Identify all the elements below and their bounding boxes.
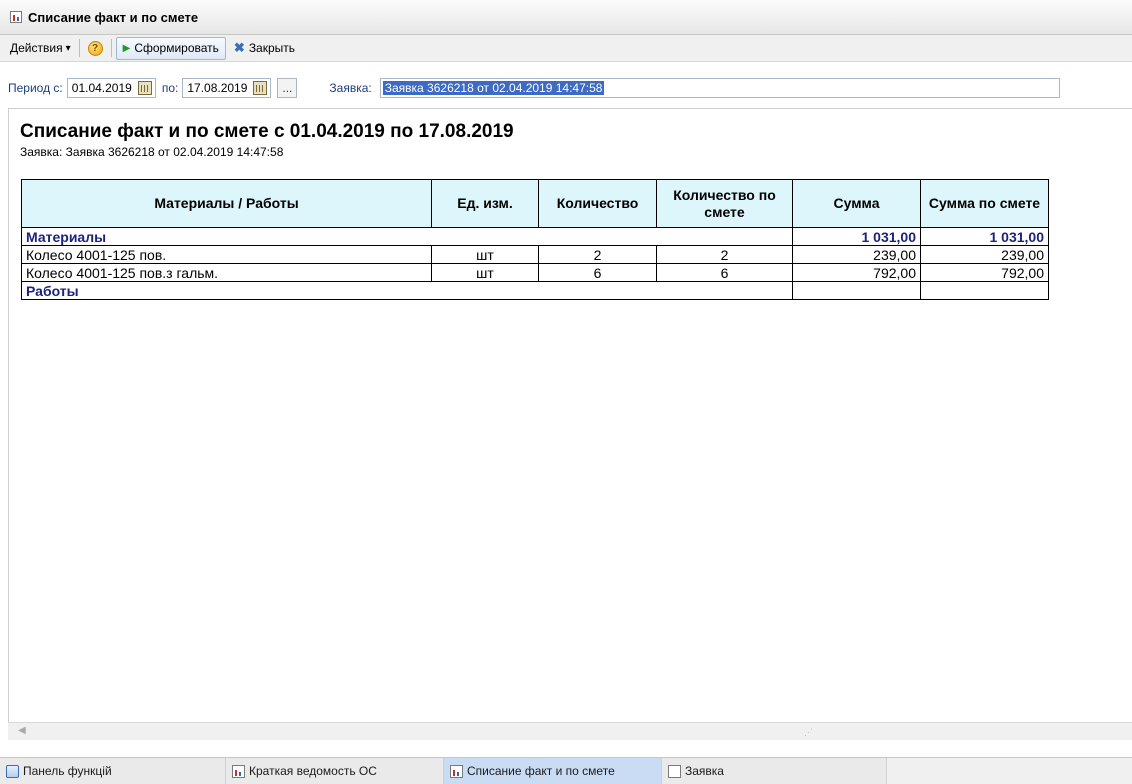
taskbar-item-os-statement[interactable]: Краткая ведомость ОС — [226, 758, 444, 784]
group-row-works: Работы — [21, 281, 1049, 300]
period-from-value: 01.04.2019 — [71, 81, 132, 95]
cell-qty: 6 — [538, 263, 657, 282]
close-label: Закрыть — [248, 41, 296, 55]
horizontal-scrollbar[interactable]: ◀ ⋰ — [8, 722, 1132, 740]
document-icon — [668, 764, 681, 778]
calendar-icon[interactable] — [137, 81, 152, 95]
group-name: Материалы — [21, 227, 793, 246]
column-header: Количество по смете — [656, 179, 793, 228]
column-header: Сумма по смете — [920, 179, 1049, 228]
actions-menu-button[interactable]: Действия ▾ — [6, 38, 75, 59]
cell-unit: шт — [431, 263, 539, 282]
column-header: Материалы / Работы — [21, 179, 432, 228]
generate-label: Сформировать — [134, 41, 219, 55]
period-from-label: Период с: — [8, 81, 63, 95]
taskbar-item-function-panel[interactable]: Панель функцій — [0, 758, 226, 784]
report-table: Материалы / Работы Ед. изм. Количество К… — [21, 179, 1049, 300]
cell-sum: 792,00 — [792, 263, 921, 282]
group-sum-estimate: 1 031,00 — [920, 227, 1049, 246]
chevron-down-icon: ▾ — [65, 42, 71, 54]
report-document: Списание факт и по смете с 01.04.2019 по… — [8, 108, 1132, 722]
report-icon — [450, 764, 463, 778]
taskbar-item-writeoff-report[interactable]: Списание факт и по смете — [444, 758, 662, 784]
cell-qty: 2 — [538, 245, 657, 264]
panel-icon — [6, 764, 19, 778]
taskbar-item-label: Заявка — [685, 764, 724, 778]
zayavka-value: Заявка 3626218 от 02.04.2019 14:47:58 — [382, 81, 605, 95]
cell-name: Колесо 4001-125 пов.з гальм. — [21, 263, 432, 282]
play-icon: ▶ — [122, 42, 131, 54]
group-name: Работы — [21, 281, 793, 300]
report-icon — [10, 11, 22, 23]
period-select-button[interactable]: ... — [277, 78, 298, 98]
taskbar-item-zayavka[interactable]: Заявка — [662, 758, 887, 784]
period-to-label: по: — [161, 81, 179, 95]
zayavka-field[interactable]: Заявка 3626218 от 02.04.2019 14:47:58 — [379, 78, 1060, 98]
cell-sum-estimate: 239,00 — [920, 245, 1049, 264]
group-sum: 1 031,00 — [792, 227, 921, 246]
table-row: Колесо 4001-125 пов. шт 2 2 239,00 239,0… — [21, 245, 1049, 264]
close-icon: ✖ — [233, 40, 245, 55]
column-header: Ед. изм. — [431, 179, 539, 228]
window-title-bar: Списание факт и по смете — [0, 0, 1132, 35]
cell-sum: 239,00 — [792, 245, 921, 264]
report-icon — [232, 764, 245, 778]
cell-unit: шт — [431, 245, 539, 264]
toolbar: Действия ▾ ? ▶ Сформировать ✖ Закрыть — [0, 35, 1132, 62]
window-title: Списание факт и по смете — [28, 9, 199, 25]
group-sum — [792, 281, 921, 300]
period-from-field[interactable]: 01.04.2019 — [66, 78, 156, 98]
group-row-materials: Материалы 1 031,00 1 031,00 — [21, 227, 1049, 246]
period-to-field[interactable]: 17.08.2019 — [182, 78, 272, 98]
cell-qty-estimate: 6 — [656, 263, 793, 282]
cell-sum-estimate: 792,00 — [920, 263, 1049, 282]
cell-qty-estimate: 2 — [656, 245, 793, 264]
column-header: Сумма — [792, 179, 921, 228]
scroll-left-icon[interactable]: ◀ — [18, 725, 26, 736]
report-title: Списание факт и по смете с 01.04.2019 по… — [20, 121, 514, 142]
toolbar-divider — [110, 39, 112, 57]
help-button[interactable]: ? — [84, 38, 107, 59]
table-row: Колесо 4001-125 пов.з гальм. шт 6 6 792,… — [21, 263, 1049, 282]
taskbar-item-label: Списание факт и по смете — [467, 764, 615, 778]
taskbar-item-label: Панель функцій — [23, 764, 112, 778]
generate-button[interactable]: ▶ Сформировать — [115, 36, 226, 60]
calendar-icon[interactable] — [253, 81, 268, 95]
scroll-grip-icon: ⋰ — [804, 727, 813, 737]
column-header: Количество — [538, 179, 657, 228]
table-header-row: Материалы / Работы Ед. изм. Количество К… — [21, 179, 1049, 228]
group-sum-estimate — [920, 281, 1049, 300]
period-to-value: 17.08.2019 — [187, 81, 248, 95]
window-taskbar: Панель функцій Краткая ведомость ОС Спис… — [0, 757, 1132, 784]
report-subtitle: Заявка: Заявка 3626218 от 02.04.2019 14:… — [20, 145, 284, 159]
actions-label: Действия — [10, 41, 63, 55]
cell-name: Колесо 4001-125 пов. — [21, 245, 432, 264]
toolbar-divider — [78, 39, 80, 57]
close-button[interactable]: ✖ Закрыть — [230, 38, 299, 59]
zayavka-label: Заявка: — [329, 81, 372, 95]
help-icon: ? — [87, 40, 103, 56]
taskbar-item-label: Краткая ведомость ОС — [249, 764, 377, 778]
report-parameters: Период с: 01.04.2019 по: 17.08.2019 ... … — [0, 73, 1132, 103]
